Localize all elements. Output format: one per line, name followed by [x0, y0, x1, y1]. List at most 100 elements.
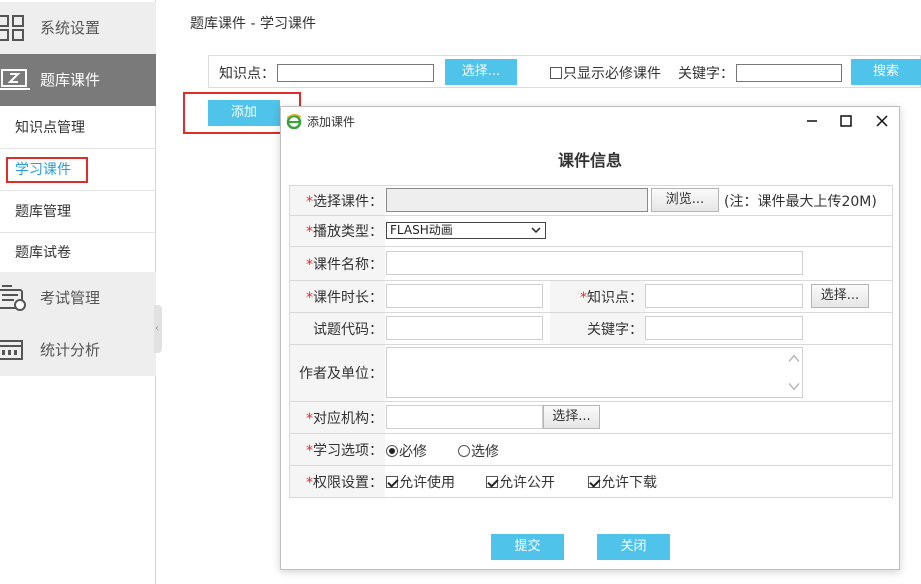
knowledge-select-button[interactable]: 选择... — [445, 59, 517, 85]
name-input[interactable] — [386, 251, 803, 275]
knowledge-field-input[interactable] — [645, 284, 803, 308]
keyword-field-label: 关键字： — [587, 321, 643, 338]
file-label: 选择课件： — [313, 193, 383, 210]
question-code-input[interactable] — [386, 316, 543, 340]
required-mark: * — [306, 224, 313, 240]
form-row-name: *课件名称： — [290, 247, 892, 281]
sidebar-section-statistics[interactable]: 统计分析 — [0, 324, 156, 376]
checkbox-allow-use[interactable]: 允许使用 — [386, 472, 455, 492]
grid-icon — [0, 15, 24, 41]
knowledge-field-label: 知识点： — [587, 289, 643, 306]
radio-elective-label: 选修 — [471, 444, 499, 460]
chevron-left-icon: ‹ — [155, 323, 159, 334]
play-type-select[interactable]: FLASH动画 — [386, 222, 546, 239]
duration-input[interactable] — [386, 284, 543, 308]
divider — [0, 148, 156, 149]
submit-button[interactable]: 提交 — [491, 534, 564, 560]
file-path-input[interactable] — [386, 188, 648, 212]
checkbox-checked-icon — [386, 476, 398, 488]
keyword-input[interactable] — [736, 64, 842, 82]
study-option-label: 学习选项： — [313, 442, 383, 459]
knowledge-input[interactable] — [277, 64, 434, 82]
scrollbar[interactable] — [786, 348, 802, 397]
radio-on-icon — [386, 445, 398, 457]
sidebar-section-exam[interactable]: 考试管理 — [0, 272, 156, 324]
dialog-heading: 课件信息 — [557, 151, 622, 170]
courseware-icon — [0, 69, 30, 90]
question-code-label: 试题代码： — [313, 321, 383, 338]
knowledge-field-select-button[interactable]: 选择... — [811, 284, 869, 308]
sidebar-item-question-papers[interactable]: 题库试卷 — [15, 242, 71, 262]
knowledge-label: 知识点： — [219, 66, 275, 82]
form-label-cell: *对应机构： — [290, 402, 385, 433]
author-label: 作者及单位： — [299, 366, 383, 382]
required-only-checkbox[interactable]: 只显示必修课件 — [550, 63, 661, 83]
author-textarea[interactable] — [386, 347, 803, 398]
form-label-cell: *选择课件： — [290, 186, 385, 215]
form-row-file: *选择课件： 浏览... (注：课件最大上传20M) — [290, 186, 892, 216]
checkbox-checked-icon — [588, 476, 600, 488]
checkbox-checked-icon — [486, 476, 498, 488]
search-button[interactable]: 搜索 — [851, 59, 921, 85]
breadcrumb: 题库课件 - 学习课件 — [190, 16, 316, 32]
radio-elective[interactable]: 选修 — [458, 441, 499, 461]
required-mark: * — [306, 193, 313, 210]
org-label: 对应机构： — [313, 410, 383, 427]
form-row-permissions: *权限设置： 允许使用 允许公开 允许下载 — [290, 466, 892, 497]
form-row-author: 作者及单位： — [290, 345, 892, 402]
sidebar-collapse-handle[interactable]: ‹ — [154, 305, 162, 353]
form-label-cell: *权限设置： — [290, 466, 385, 497]
play-type-value: FLASH动画 — [390, 223, 453, 237]
form-row-question-code: 试题代码： 关键字： — [290, 313, 892, 345]
permission-label: 权限设置： — [313, 474, 383, 491]
close-icon[interactable] — [871, 110, 893, 132]
org-select-button[interactable]: 选择... — [543, 405, 600, 429]
maximize-icon[interactable] — [835, 110, 857, 132]
radio-off-icon — [458, 445, 470, 457]
sidebar-section-label: 考试管理 — [40, 289, 101, 307]
required-mark: * — [306, 256, 313, 273]
sidebar-section-label: 题库课件 — [40, 71, 101, 89]
sidebar-section-system-settings[interactable]: 系统设置 — [0, 2, 156, 54]
org-input[interactable] — [386, 405, 543, 429]
exam-icon — [0, 285, 26, 311]
file-size-note: (注：课件最大上传20M) — [724, 194, 877, 210]
required-mark: * — [306, 289, 313, 306]
browse-button[interactable]: 浏览... — [651, 188, 719, 212]
chart-panel-icon — [0, 340, 23, 360]
allow-use-label: 允许使用 — [399, 475, 455, 491]
sidebar: 系统设置 题库课件 知识点管理 学习课件 题库管理 题库试卷 考试管理 统计分析 — [0, 0, 156, 584]
form-label-cell: *学习选项： — [290, 434, 385, 465]
radio-required-label: 必修 — [399, 444, 427, 460]
name-label: 课件名称： — [313, 256, 383, 273]
checkbox-allow-download[interactable]: 允许下载 — [588, 472, 657, 492]
duration-label: 课件时长： — [313, 289, 383, 306]
keyword-field-input[interactable] — [645, 316, 803, 340]
close-button[interactable]: 关闭 — [597, 534, 670, 560]
required-mark: * — [306, 442, 313, 459]
form-label-cell: *播放类型： — [290, 216, 385, 246]
dialog-titlebar[interactable]: 添加课件 — [281, 107, 899, 135]
form-row-duration: *课件时长： *知识点： 选择... — [290, 281, 892, 313]
minimize-icon[interactable] — [801, 110, 823, 132]
keyword-label: 关键字： — [678, 66, 734, 82]
checkbox-allow-public[interactable]: 允许公开 — [486, 472, 555, 492]
chevron-down-icon — [531, 227, 541, 234]
form-row-play-type: *播放类型： FLASH动画 — [290, 216, 892, 247]
sidebar-section-courseware[interactable]: 题库课件 — [0, 54, 156, 106]
required-mark: * — [306, 474, 313, 491]
required-mark: * — [580, 289, 587, 306]
add-courseware-dialog: 添加课件 课件信息 *选择课件： 浏览... (注：课件最大上传20M) *播放… — [280, 106, 900, 570]
sidebar-item-question-bank[interactable]: 题库管理 — [15, 201, 71, 221]
dialog-window-title: 添加课件 — [307, 115, 356, 129]
checkbox-icon — [550, 67, 562, 79]
form-row-org: *对应机构： 选择... — [290, 402, 892, 434]
filter-bar: 知识点： 选择... 只显示必修课件 关键字： 搜索 — [208, 55, 921, 88]
sidebar-item-knowledge[interactable]: 知识点管理 — [15, 117, 85, 137]
allow-download-label: 允许下载 — [601, 475, 657, 491]
browser-logo-icon — [286, 114, 302, 129]
play-type-label: 播放类型： — [313, 224, 383, 240]
radio-required[interactable]: 必修 — [386, 441, 427, 461]
page: 系统设置 题库课件 知识点管理 学习课件 题库管理 题库试卷 考试管理 统计分析… — [0, 0, 921, 584]
divider — [0, 190, 156, 191]
